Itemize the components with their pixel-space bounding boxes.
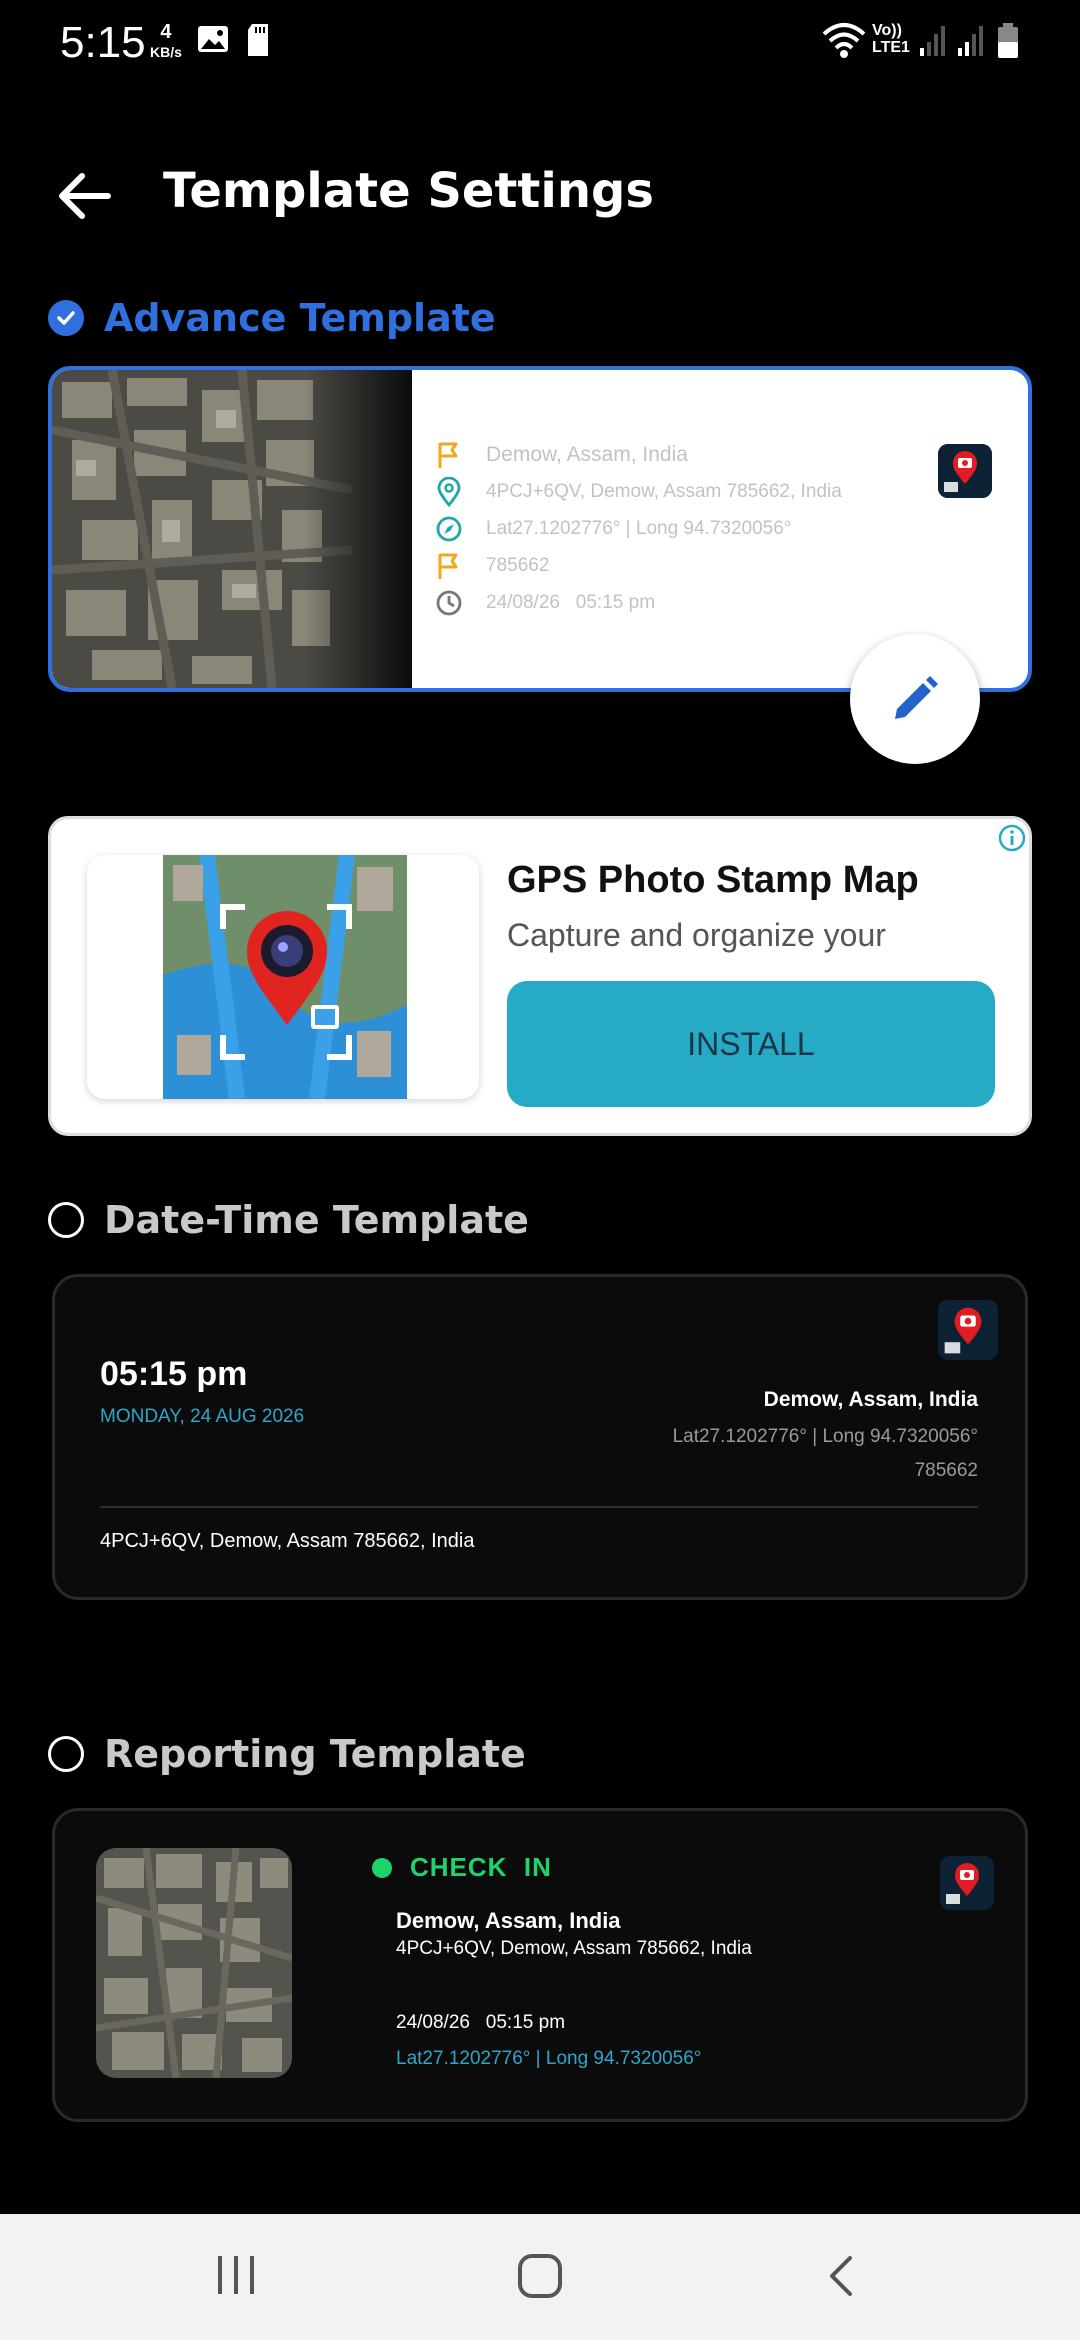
satellite-map-thumbnail [52,370,412,688]
reporting-template-radio[interactable] [48,1736,84,1772]
datetime-address: 4PCJ+6QV, Demow, Assam 785662, India [100,1530,475,1552]
checkmark-icon [57,311,75,325]
app-logo-icon [938,444,992,498]
datetime-time: 05:15 pm [100,1355,248,1393]
advance-location: Demow, Assam, India [486,442,688,466]
edit-template-button[interactable] [850,634,980,764]
advance-pincode-row: 785662 [434,547,842,584]
back-arrow-icon[interactable] [56,168,112,224]
recent-apps-icon[interactable] [216,2254,256,2296]
install-button[interactable]: INSTALL [507,981,995,1107]
advance-location-row: Demow, Assam, India [434,436,842,473]
reporting-template-option[interactable]: Reporting Template [48,1732,526,1776]
flag-icon [438,442,458,468]
network-speed: 4 KB/s [150,22,182,62]
advance-template-radio[interactable] [48,300,84,336]
advance-coords: Lat27.1202776° | Long 94.7320056° [486,517,792,539]
advance-info-list: Demow, Assam, India 4PCJ+6QV, Demow, Ass… [434,436,842,621]
location-pin-icon [437,476,461,507]
advance-template-label: Advance Template [104,296,496,340]
back-nav-icon[interactable] [826,2254,856,2298]
advance-pincode: 785662 [486,554,550,576]
map-pin-camera-icon [938,444,992,498]
gallery-icon [198,26,228,52]
system-nav-bar [0,2214,1080,2340]
ad-title[interactable]: GPS Photo Stamp Map [507,859,919,902]
ad-app-illustration [163,855,407,1099]
status-dot [372,1857,392,1878]
home-icon[interactable] [516,2252,564,2300]
reporting-datetime: 24/08/26 05:15 pm [396,2012,566,2033]
battery-icon [998,23,1018,58]
reporting-address: 4PCJ+6QV, Demow, Assam 785662, India [396,1938,752,1959]
network-speed-value: 4 [160,21,172,43]
clock-icon [436,590,462,615]
ad-image-frame [87,855,479,1099]
datetime-template-radio[interactable] [48,1202,84,1238]
advance-datetime: 24/08/26 05:15 pm [486,591,656,613]
check-in-label: CHECK IN [410,1852,552,1882]
lte-label: LTE1 [872,39,910,56]
network-speed-unit: KB/s [150,44,182,60]
reporting-location: Demow, Assam, India [396,1908,621,1933]
advance-template-option[interactable]: Advance Template [48,296,496,340]
map-pin-camera-icon [938,1300,998,1360]
datetime-location: Demow, Assam, India [763,1388,978,1411]
page-title: Template Settings [163,163,654,219]
sd-card-icon [248,24,268,56]
datetime-date: MONDAY, 24 AUG 2026 [100,1406,305,1427]
network-type: Vo)) LTE1 [872,22,910,56]
satellite-map-thumbnail [96,1848,292,2078]
ad-subtitle: Capture and organize your [507,917,886,953]
flag-icon [438,553,458,579]
reporting-template-label: Reporting Template [104,1732,526,1776]
status-time: 5:15 [60,18,146,67]
reporting-coords: Lat27.1202776° | Long 94.7320056° [396,2048,702,2069]
signal-1-icon [920,26,945,56]
signal-2-icon [958,26,983,56]
map-pin-camera-icon [940,1856,994,1910]
datetime-template-label: Date-Time Template [104,1198,529,1242]
advance-coords-row: Lat27.1202776° | Long 94.7320056° [434,510,842,547]
wifi-icon [822,23,866,58]
ad-info-icon[interactable] [997,823,1027,853]
app-logo-icon [938,1300,998,1360]
datetime-template-option[interactable]: Date-Time Template [48,1198,529,1242]
advance-datetime-row: 24/08/26 05:15 pm [434,584,842,621]
datetime-coords: Lat27.1202776° | Long 94.7320056° [672,1426,978,1447]
advance-address-row: 4PCJ+6QV, Demow, Assam 785662, India [434,473,842,510]
compass-icon [436,516,462,541]
divider [100,1506,978,1508]
pencil-icon [895,676,938,719]
app-logo-icon [940,1856,994,1910]
check-in-status: CHECK IN [372,1852,552,1883]
ad-banner[interactable]: GPS Photo Stamp Map Capture and organize… [48,816,1032,1136]
volte-label: Vo)) [872,22,902,39]
datetime-pincode: 785662 [914,1460,978,1481]
advance-address: 4PCJ+6QV, Demow, Assam 785662, India [486,480,842,502]
